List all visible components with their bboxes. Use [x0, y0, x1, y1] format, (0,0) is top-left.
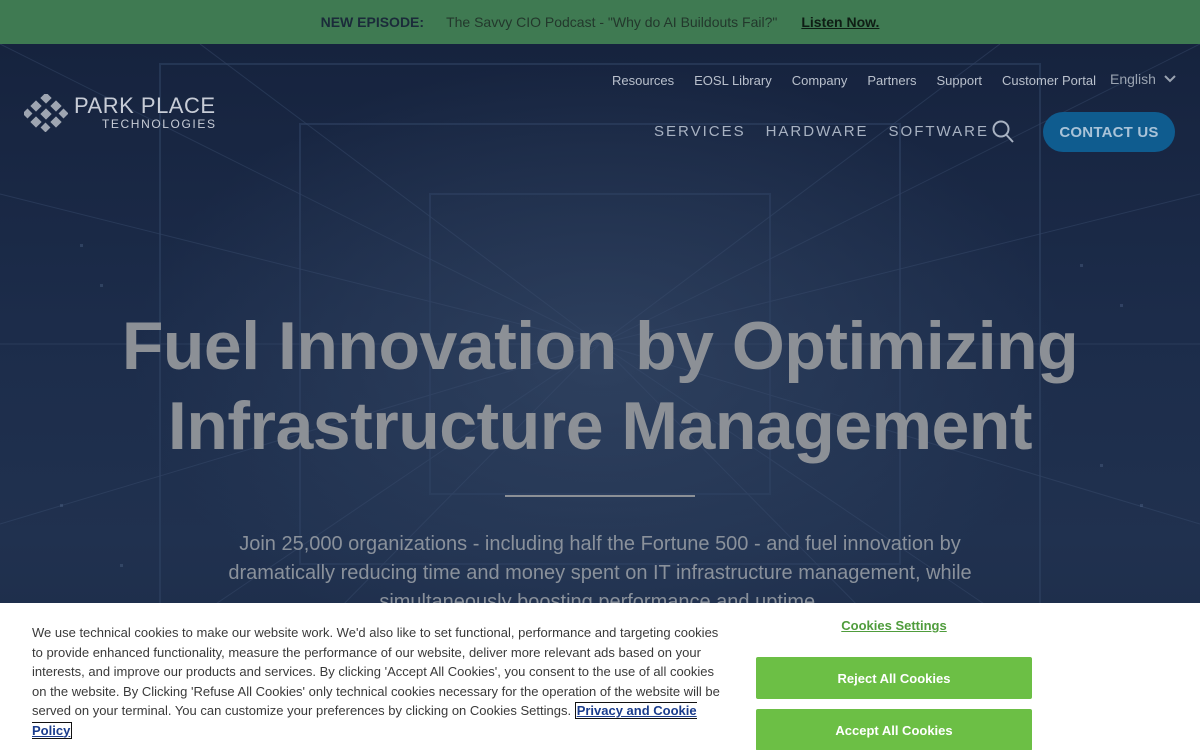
nav-hardware[interactable]: HARDWARE [766, 123, 869, 140]
nav-resources[interactable]: Resources [612, 73, 674, 88]
reject-all-cookies-button[interactable]: Reject All Cookies [756, 657, 1032, 699]
chevron-down-icon [1164, 75, 1176, 83]
nav-partners[interactable]: Partners [867, 73, 916, 88]
nav-services[interactable]: SERVICES [654, 123, 746, 140]
nav-support[interactable]: Support [936, 73, 982, 88]
hero-title-line1: Fuel Innovation by Optimizing [121, 308, 1079, 384]
language-label: English [1110, 71, 1156, 87]
park-place-logo[interactable]: PARK PLACE TECHNOLOGIES [24, 94, 217, 132]
nav-eosl-library[interactable]: EOSL Library [694, 73, 772, 88]
hero-title: Fuel Innovation by Optimizing Infrastruc… [0, 306, 1200, 466]
announcement-bar: NEW EPISODE: The Savvy CIO Podcast - "Wh… [0, 0, 1200, 44]
logo-line2: TECHNOLOGIES [102, 117, 217, 131]
cookie-text-block: We use technical cookies to make our web… [32, 623, 722, 740]
utility-nav: Resources EOSL Library Company Partners … [612, 73, 1116, 88]
contact-us-button[interactable]: CONTACT US [1043, 112, 1175, 152]
listen-now-link[interactable]: Listen Now. [801, 14, 879, 30]
logo-line1: PARK PLACE [74, 93, 216, 118]
accept-all-cookies-button[interactable]: Accept All Cookies [756, 709, 1032, 750]
main-nav: SERVICES HARDWARE SOFTWARE [654, 123, 1009, 140]
cookies-settings-link[interactable]: Cookies Settings [756, 618, 1032, 633]
nav-company[interactable]: Company [792, 73, 848, 88]
nav-software[interactable]: SOFTWARE [889, 123, 989, 140]
logo-text: PARK PLACE TECHNOLOGIES [74, 93, 217, 132]
search-icon[interactable] [992, 120, 1014, 144]
cookie-banner: We use technical cookies to make our web… [0, 603, 1200, 750]
announcement-text: The Savvy CIO Podcast - "Why do AI Build… [446, 14, 778, 30]
language-selector[interactable]: English [1110, 71, 1176, 87]
announcement-tag: NEW EPISODE: [320, 14, 425, 30]
logo-mark-icon [24, 94, 68, 132]
hero-title-line2: Infrastructure Management [167, 388, 1033, 464]
nav-customer-portal[interactable]: Customer Portal [1002, 73, 1096, 88]
hero-divider [505, 495, 695, 497]
